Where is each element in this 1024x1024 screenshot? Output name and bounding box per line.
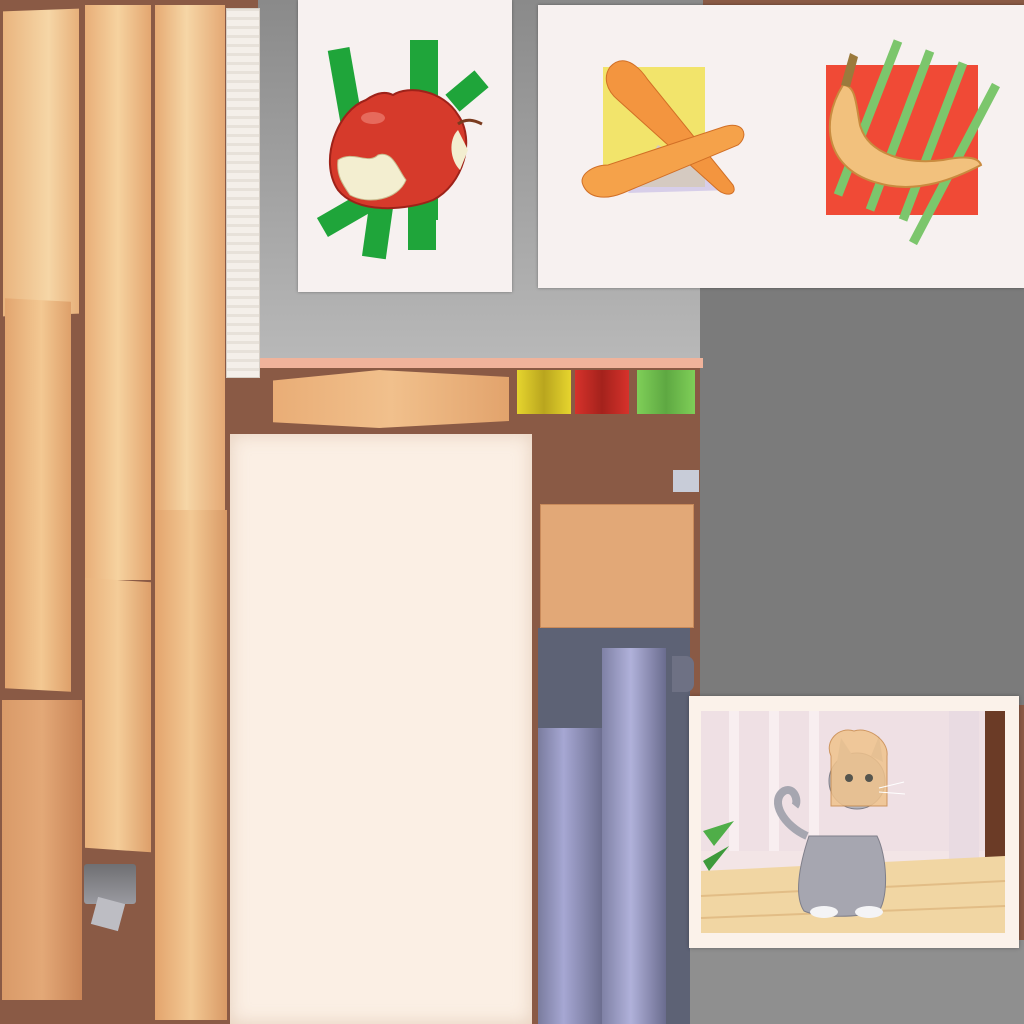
wood-plank: [85, 5, 151, 580]
metal-hinge: [84, 864, 136, 904]
carrots-icon: [581, 60, 745, 198]
gray-region-right: [700, 285, 1024, 705]
bitten-apple-icon: [316, 40, 489, 260]
sticky-note: [540, 504, 694, 628]
apple-card: [298, 0, 512, 292]
banana-icon: [826, 39, 1000, 246]
metal-rail: [538, 728, 602, 1024]
fabric-strip: [226, 8, 260, 378]
wood-plank: [3, 8, 79, 317]
cat-with-bread-photo: [689, 696, 1019, 948]
pink-strip: [258, 358, 703, 368]
metal-hinge-tab: [90, 896, 126, 932]
gray-region-bottom: [690, 940, 1024, 1024]
metal-rail-knob: [672, 656, 694, 692]
yellow-swatch: [517, 370, 571, 414]
vegetables-card: [538, 5, 1024, 288]
wood-plank: [2, 700, 82, 1000]
wood-plank: [5, 298, 71, 692]
wood-plank: [155, 5, 225, 510]
wooden-label-board: [273, 370, 509, 428]
metal-rail: [602, 648, 666, 1024]
vegetables-illustration: [581, 39, 1000, 246]
wood-plank: [85, 577, 151, 853]
red-swatch: [575, 370, 629, 414]
paper-sheet: [230, 434, 532, 1024]
cat-photo-illustration: [700, 711, 1006, 933]
small-gray-chip: [673, 470, 699, 492]
green-swatch: [637, 370, 695, 414]
texture-atlas: [0, 0, 1024, 1024]
wood-plank: [155, 510, 227, 1020]
